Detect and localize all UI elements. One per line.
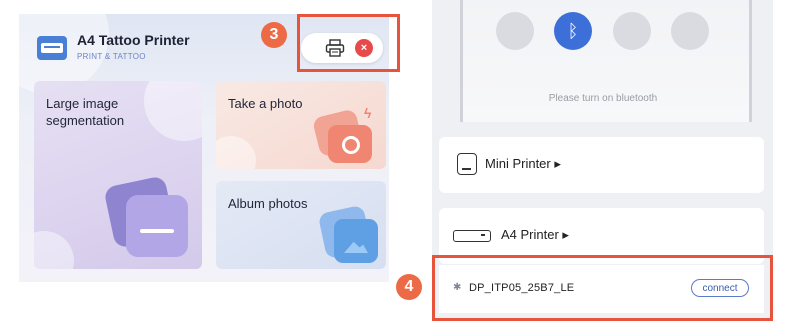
album-photo-icon [334,219,378,263]
large-image-segmentation-label: Large image segmentation [46,96,125,128]
mini-printer-option[interactable]: Mini Printer ▸ [439,137,764,193]
mini-printer-label: Mini Printer ▸ [485,156,561,171]
large-image-segmentation-card[interactable]: Large image segmentation [34,81,202,269]
status-dot [671,12,709,50]
highlight-box-3 [297,14,400,72]
take-photo-label: Take a photo [228,96,303,111]
decor-circle [144,81,202,141]
decor-circle [34,231,74,269]
status-dot [496,12,534,50]
highlight-box-4 [432,255,773,321]
app-logo-icon [37,36,67,60]
album-photos-label: Album photos [228,196,308,211]
app-subtitle: PRINT & TATTOO [77,52,146,61]
a4-printer-label: A4 Printer ▸ [501,227,569,242]
status-dot [613,12,651,50]
bluetooth-message: Please turn on bluetooth [548,93,658,104]
album-photos-card[interactable]: Album photos [216,181,386,269]
decor-circle [216,136,256,169]
camera-icon [328,125,372,163]
a4-printer-icon [453,230,491,242]
mini-printer-icon [457,153,477,175]
take-photo-card[interactable]: Take a photo ϟ [216,81,386,169]
app-title: A4 Tattoo Printer [77,32,190,48]
step-3-badge: 3 [261,22,287,48]
flash-icon: ϟ [364,105,372,121]
step-4-badge: 4 [396,274,422,300]
bluetooth-icon[interactable]: ᛒ [554,12,592,50]
segmentation-icon [126,195,188,257]
